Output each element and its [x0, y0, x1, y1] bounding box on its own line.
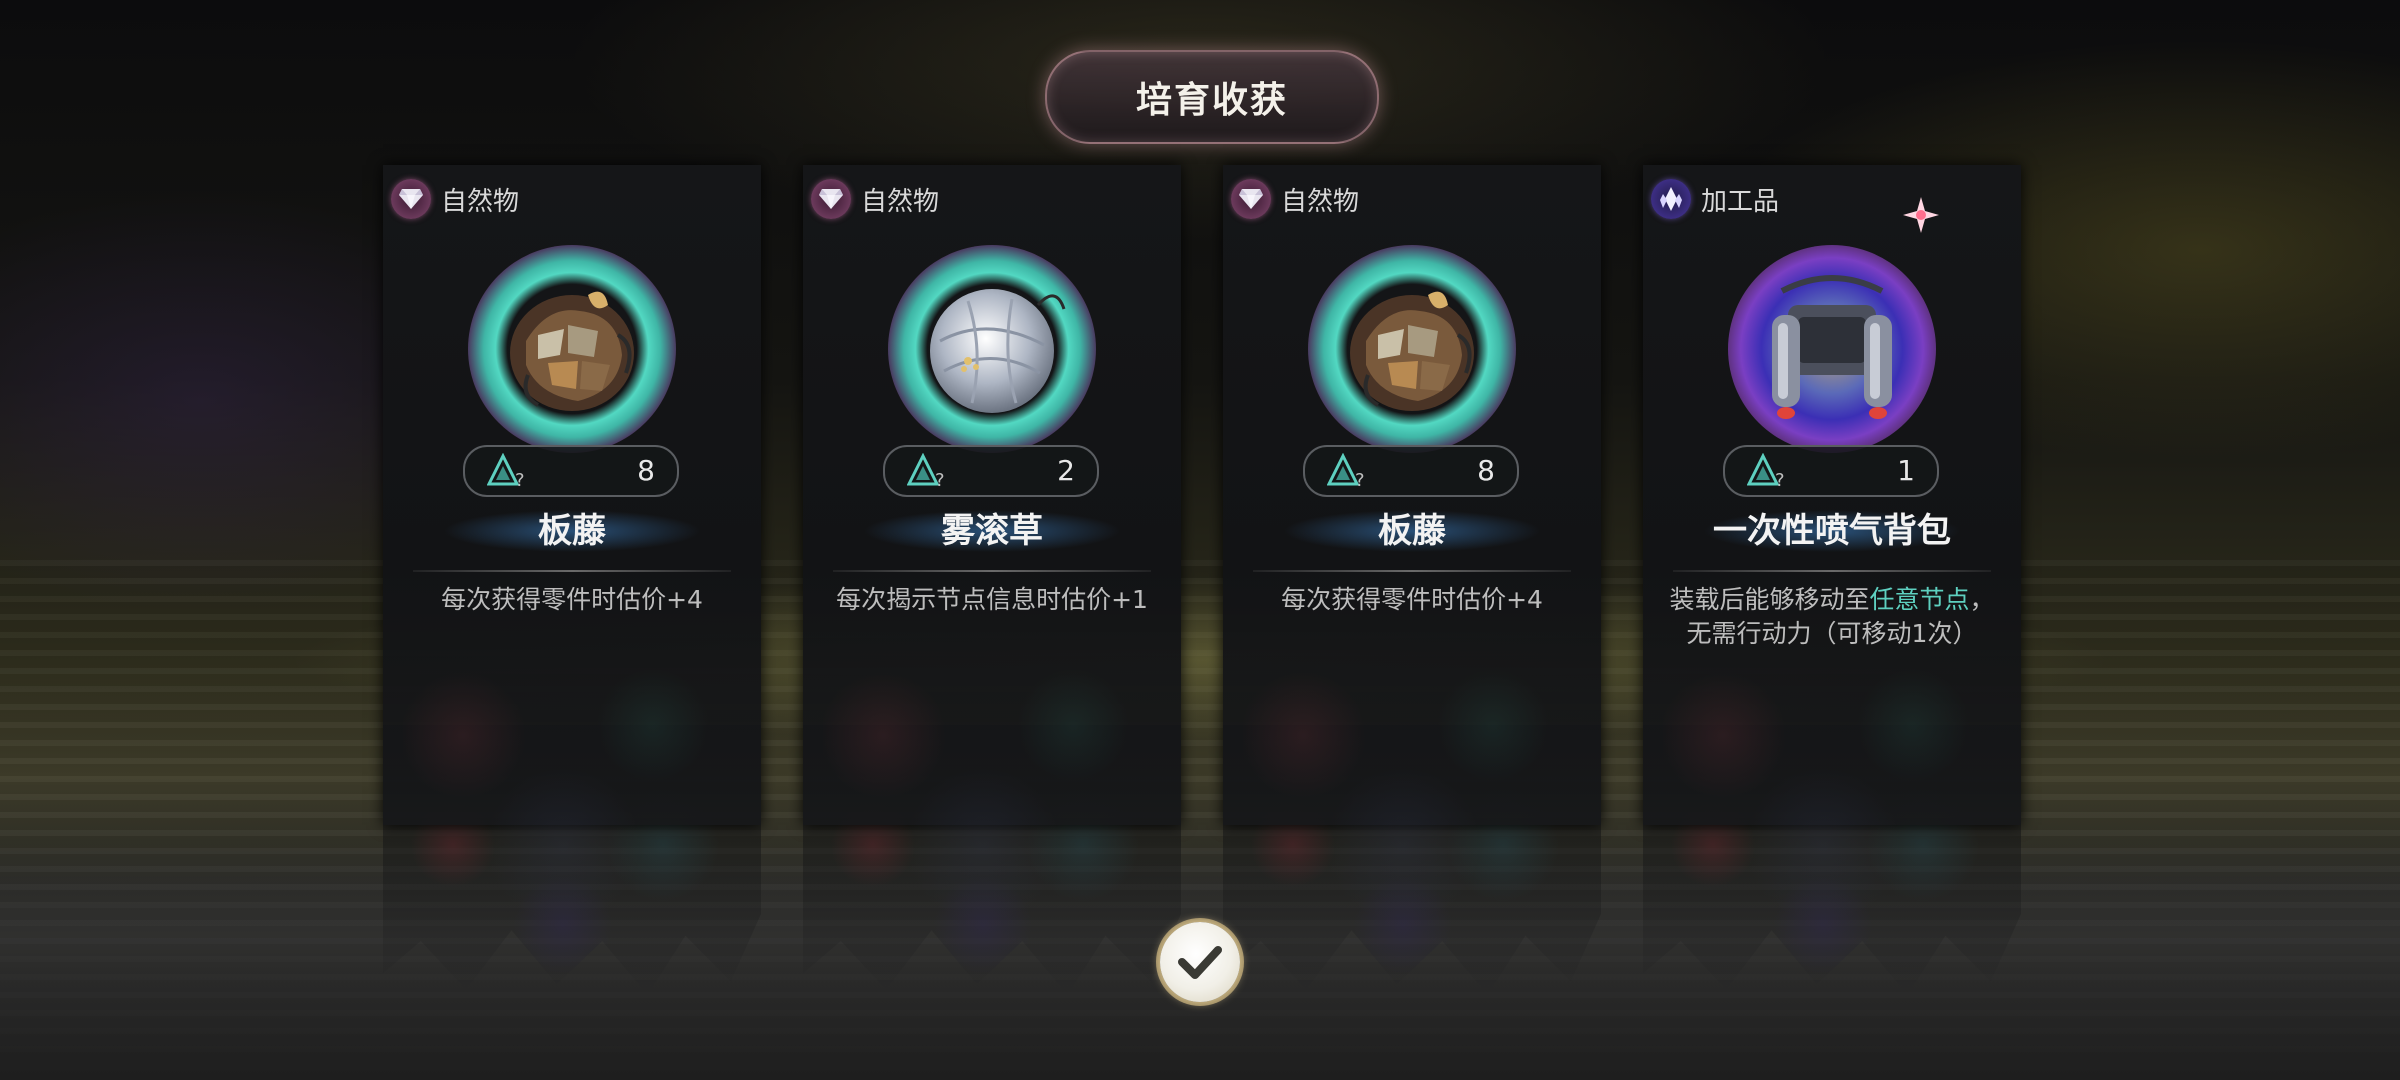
- gem-icon: [811, 179, 851, 219]
- divider: [413, 570, 731, 572]
- quantity-value: 2: [1057, 454, 1075, 487]
- item-orb: [1728, 245, 1936, 453]
- card-pattern: [1663, 645, 2001, 945]
- svg-text:?: ?: [1775, 470, 1785, 489]
- reward-card-3[interactable]: 自然物 ? 8 板藤 每次获得零件时估价+4: [1223, 165, 1601, 995]
- category-label: 加工品: [1701, 186, 1780, 217]
- quantity-badge: ? 8: [1303, 445, 1519, 497]
- category-label: 自然物: [1281, 186, 1360, 217]
- category-row: 自然物: [391, 179, 519, 219]
- sparkle-icon: [1903, 197, 1939, 233]
- confirm-button[interactable]: [1160, 922, 1240, 1002]
- card-pattern: [1243, 645, 1581, 945]
- item-description: 装载后能够移动至任意节点，无需行动力（可移动1次）: [1657, 583, 2007, 651]
- item-name: 一次性喷气背包: [1713, 511, 1951, 551]
- divider: [1673, 570, 1991, 572]
- description-prefix: 装载后能够移动至: [1669, 585, 1870, 614]
- category-label: 自然物: [441, 186, 520, 217]
- item-description: 每次揭示节点信息时估价+1: [836, 585, 1148, 614]
- unknown-value-icon: ?: [1327, 453, 1365, 489]
- category-row: 自然物: [811, 179, 939, 219]
- quantity-value: 8: [1477, 454, 1495, 487]
- unknown-value-icon: ?: [487, 453, 525, 489]
- item-orb: [1308, 245, 1516, 453]
- check-icon: [1178, 946, 1222, 979]
- card-pattern: [823, 645, 1161, 945]
- reward-card-2[interactable]: 自然物 ? 2 雾滚草 每次揭示节点信息时估价+1: [803, 165, 1181, 995]
- card-pattern: [403, 645, 741, 945]
- mist-tumbleweed-icon: [930, 289, 1066, 413]
- svg-text:?: ?: [935, 470, 945, 489]
- reward-card-4[interactable]: 加工品 ? 1 一次性喷气背包 装载后能够移动至任意节点，无需行动力（可移动1次…: [1643, 165, 2021, 995]
- divider: [833, 570, 1151, 572]
- item-name: 板藤: [1378, 511, 1446, 551]
- unknown-value-icon: ?: [907, 453, 945, 489]
- item-description: 每次获得零件时估价+4: [441, 585, 703, 614]
- unknown-value-icon: ?: [1747, 453, 1785, 489]
- item-name: 板藤: [538, 511, 606, 551]
- quantity-badge: ? 8: [463, 445, 679, 497]
- category-row: 加工品: [1651, 179, 1779, 219]
- jetpack-icon: [1772, 275, 1892, 419]
- crystal-shard-icon: [1651, 179, 1691, 219]
- quantity-value: 8: [637, 454, 655, 487]
- description-highlight: 任意节点: [1869, 585, 1970, 614]
- gem-icon: [391, 179, 431, 219]
- gem-icon: [1231, 179, 1271, 219]
- item-name: 雾滚草: [941, 511, 1043, 551]
- vine-seed-icon: [1350, 291, 1474, 411]
- item-orb: [888, 245, 1096, 453]
- category-row: 自然物: [1231, 179, 1359, 219]
- vine-seed-icon: [510, 291, 634, 411]
- quantity-badge: ? 1: [1723, 445, 1939, 497]
- svg-text:?: ?: [515, 470, 525, 489]
- item-orb: [468, 245, 676, 453]
- divider: [1253, 570, 1571, 572]
- harvest-screen: 培育收获 自然物 ? 8 板藤 每次获得零件时估价+4 自然物 ? 2 雾滚草 …: [0, 0, 2400, 1080]
- title-banner: 培育收获: [1045, 50, 1379, 144]
- page-title: 培育收获: [1135, 80, 1288, 121]
- quantity-value: 1: [1897, 454, 1915, 487]
- category-label: 自然物: [861, 186, 940, 217]
- quantity-badge: ? 2: [883, 445, 1099, 497]
- item-description: 每次获得零件时估价+4: [1281, 585, 1543, 614]
- svg-text:?: ?: [1355, 470, 1365, 489]
- reward-card-1[interactable]: 自然物 ? 8 板藤 每次获得零件时估价+4: [383, 165, 761, 995]
